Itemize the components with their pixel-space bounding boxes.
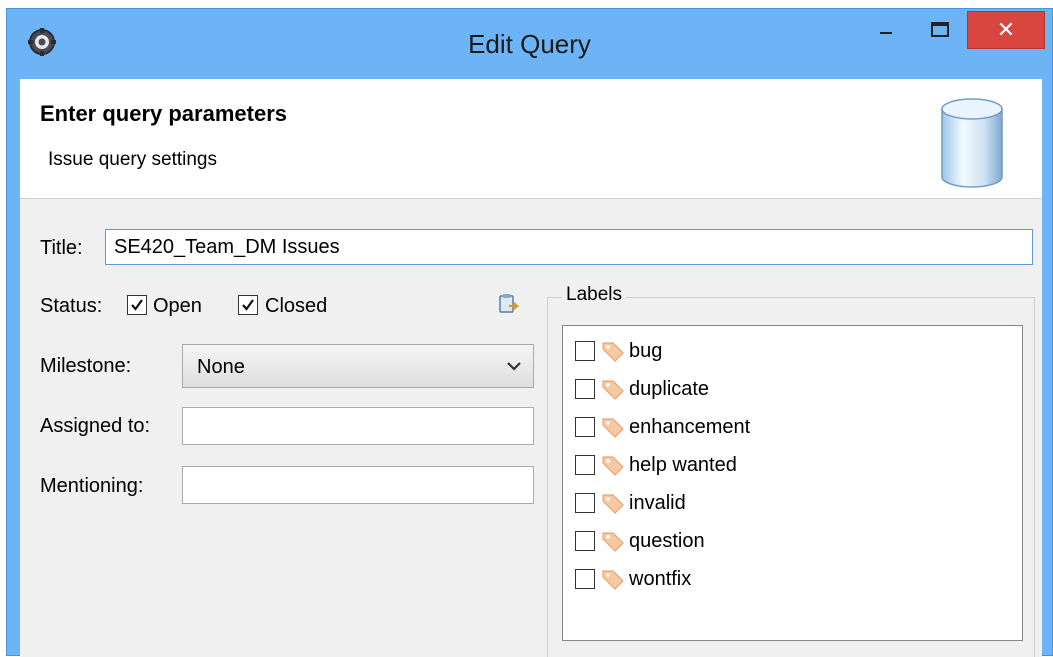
status-label: Status:: [40, 295, 103, 317]
label-item-invalid[interactable]: invalid: [575, 488, 686, 518]
label-checkbox[interactable]: [575, 531, 595, 551]
checkmark-icon: [131, 299, 143, 311]
labels-list[interactable]: bug duplicate enhancement help wanted in: [562, 325, 1023, 641]
label-checkbox[interactable]: [575, 455, 595, 475]
tag-icon: [602, 494, 624, 514]
label-item-text: help wanted: [629, 453, 737, 476]
label-checkbox[interactable]: [575, 417, 595, 437]
tag-icon: [602, 532, 624, 552]
mentioning-label: Mentioning:: [40, 475, 144, 497]
label-item-question[interactable]: question: [575, 526, 705, 556]
label-item-help-wanted[interactable]: help wanted: [575, 450, 737, 480]
minimize-icon: [880, 32, 892, 34]
milestone-dropdown[interactable]: None: [182, 344, 534, 388]
tag-icon: [602, 418, 624, 438]
tag-icon: [602, 456, 624, 476]
title-input[interactable]: [105, 229, 1033, 265]
maximize-button[interactable]: [915, 11, 965, 49]
status-closed-checkbox[interactable]: [238, 295, 258, 315]
label-item-duplicate[interactable]: duplicate: [575, 374, 709, 404]
chevron-down-icon: [507, 362, 521, 371]
label-item-text: duplicate: [629, 377, 710, 400]
label-checkbox[interactable]: [575, 493, 595, 513]
header-title: Enter query parameters: [40, 101, 287, 126]
label-item-enhancement[interactable]: enhancement: [575, 412, 750, 442]
label-checkbox[interactable]: [575, 569, 595, 589]
status-closed-label: Closed: [265, 295, 328, 317]
assigned-to-label: Assigned to:: [40, 415, 151, 437]
mentioning-input[interactable]: [182, 466, 534, 504]
label-item-text: invalid: [629, 491, 686, 514]
tag-icon: [602, 342, 624, 362]
dialog-header: Enter query parameters Issue query setti…: [20, 79, 1042, 199]
dialog-client-area: Enter query parameters Issue query setti…: [20, 79, 1042, 657]
tag-icon: [602, 380, 624, 400]
minimize-button[interactable]: [862, 11, 910, 49]
title-label: Title:: [40, 237, 83, 259]
milestone-selected-value: None: [197, 356, 245, 378]
maximize-icon: [931, 22, 949, 37]
label-item-bug[interactable]: bug: [575, 336, 662, 366]
title-bar[interactable]: Edit Query ✕: [7, 9, 1052, 79]
edit-query-window: Edit Query ✕ Enter query parameters Issu…: [6, 8, 1053, 657]
status-open-label: Open: [153, 295, 202, 317]
assigned-to-input[interactable]: [182, 407, 534, 445]
paste-clipboard-icon[interactable]: [497, 292, 521, 316]
milestone-label: Milestone:: [40, 355, 132, 377]
label-checkbox[interactable]: [575, 379, 595, 399]
label-item-text: wontfix: [629, 567, 692, 590]
database-cylinder-icon: [941, 98, 1003, 188]
checkmark-icon: [242, 299, 254, 311]
label-checkbox[interactable]: [575, 341, 595, 361]
labels-group-legend: Labels: [562, 284, 626, 306]
label-item-text: enhancement: [629, 415, 751, 438]
label-item-text: question: [629, 529, 705, 552]
label-item-text: bug: [629, 339, 663, 362]
label-item-wontfix[interactable]: wontfix: [575, 564, 691, 594]
header-subtitle: Issue query settings: [48, 149, 217, 170]
status-open-checkbox[interactable]: [127, 295, 147, 315]
close-button[interactable]: ✕: [967, 11, 1045, 49]
tag-icon: [602, 570, 624, 590]
close-icon: ✕: [996, 17, 1016, 43]
